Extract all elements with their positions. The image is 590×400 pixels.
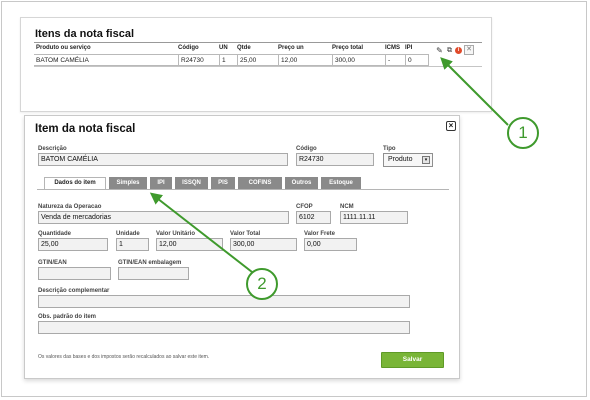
- tipo-select[interactable]: Produto ▾: [383, 153, 433, 167]
- codigo-field[interactable]: R24730: [296, 153, 374, 166]
- gtin-field[interactable]: [38, 267, 111, 280]
- callout-1: 1: [507, 117, 539, 149]
- invoice-items-title: Itens da nota fiscal: [35, 28, 135, 40]
- unidade-field[interactable]: 1: [116, 238, 149, 251]
- tab-estoque[interactable]: Estoque: [321, 177, 361, 189]
- cfop-field[interactable]: 6102: [296, 211, 331, 224]
- column-header: ICMS: [385, 45, 400, 51]
- quantidade-label: Quantidade: [38, 231, 72, 237]
- cell-qtde: 25,00: [237, 54, 278, 66]
- unidade-label: Unidade: [116, 231, 140, 237]
- ncm-field[interactable]: 1111.11.11: [340, 211, 408, 224]
- column-header: Produto ou serviço: [36, 45, 91, 51]
- natureza-label: Natureza da Operacao: [38, 204, 102, 210]
- gtin-label: GTIN/EAN: [38, 260, 67, 266]
- tipo-label: Tipo: [383, 146, 396, 152]
- tab-simples[interactable]: Simples: [109, 177, 147, 189]
- modal-title: Item da nota fiscal: [35, 123, 136, 135]
- save-button[interactable]: Salvar: [381, 352, 444, 368]
- valor-frete-field[interactable]: 0,00: [304, 238, 357, 251]
- cell-codigo: R24730: [178, 54, 219, 66]
- tab-divider: [37, 189, 449, 190]
- info-icon[interactable]: i: [455, 47, 462, 54]
- close-icon[interactable]: ×: [446, 121, 456, 131]
- natureza-field[interactable]: Venda de mercadorias: [38, 211, 289, 224]
- quantidade-field[interactable]: 25,00: [38, 238, 108, 251]
- valor-unitario-field[interactable]: 12,00: [156, 238, 223, 251]
- valor-unitario-label: Valor Unitário: [156, 231, 196, 237]
- callout-2: 2: [246, 268, 278, 300]
- codigo-label: Código: [296, 146, 317, 152]
- tab-pis[interactable]: PIS: [211, 177, 235, 189]
- descricao-label: Descrição: [38, 146, 67, 152]
- obs-padrao-field[interactable]: [38, 321, 410, 334]
- footer-note: Os valores das bases e dos impostos serã…: [38, 354, 210, 360]
- title-divider: [34, 42, 482, 43]
- invoice-items-card: Itens da nota fiscal Produto ou serviço …: [20, 17, 492, 112]
- gtin-embalagem-label: GTIN/EAN embalagem: [118, 260, 182, 266]
- tab-dados-do-item[interactable]: Dados do item: [44, 177, 106, 189]
- valor-total-label: Valor Total: [230, 231, 261, 237]
- descricao-complementar-label: Descrição complementar: [38, 288, 110, 294]
- tab-ipi[interactable]: IPI: [150, 177, 172, 189]
- tab-outros[interactable]: Outros: [285, 177, 318, 189]
- valor-frete-label: Valor Frete: [304, 231, 336, 237]
- cell-produto: BATOM CAMÉLIA: [34, 54, 178, 66]
- valor-total-field[interactable]: 300,00: [230, 238, 297, 251]
- chevron-down-icon: ▾: [422, 156, 430, 164]
- obs-padrao-label: Obs. padrão do item: [38, 314, 97, 320]
- cell-preco-total: 300,00: [332, 54, 385, 66]
- table-header: Produto ou serviço Código UN Qtde Preço …: [34, 45, 482, 54]
- column-header: Qtde: [237, 45, 251, 51]
- row-divider: [34, 66, 482, 67]
- tab-issqn[interactable]: ISSQN: [175, 177, 208, 189]
- descricao-field[interactable]: BATOM CAMÉLIA: [38, 153, 288, 166]
- copy-icon[interactable]: ⧉: [444, 45, 455, 56]
- descricao-complementar-field[interactable]: [38, 295, 410, 308]
- column-header: Código: [178, 45, 199, 51]
- tipo-selected-value: Produto: [388, 156, 413, 163]
- cell-un: 1: [219, 54, 237, 66]
- column-header: Preço total: [332, 45, 364, 51]
- cfop-label: CFOP: [296, 204, 313, 210]
- table-row[interactable]: BATOM CAMÉLIA R24730 1 25,00 12,00 300,0…: [34, 54, 482, 66]
- cell-ipi: 0: [405, 54, 429, 66]
- cell-preco-un: 12,00: [278, 54, 332, 66]
- column-header: IPI: [405, 45, 413, 51]
- gtin-embalagem-field[interactable]: [118, 267, 189, 280]
- cell-icms: -: [385, 54, 405, 66]
- column-header: Preço un: [278, 45, 304, 51]
- tab-cofins[interactable]: COFINS: [238, 177, 282, 189]
- item-modal: Item da nota fiscal × Descrição BATOM CA…: [24, 115, 460, 379]
- delete-icon[interactable]: ✕: [464, 45, 474, 55]
- ncm-label: NCM: [340, 204, 354, 210]
- column-header: UN: [219, 45, 228, 51]
